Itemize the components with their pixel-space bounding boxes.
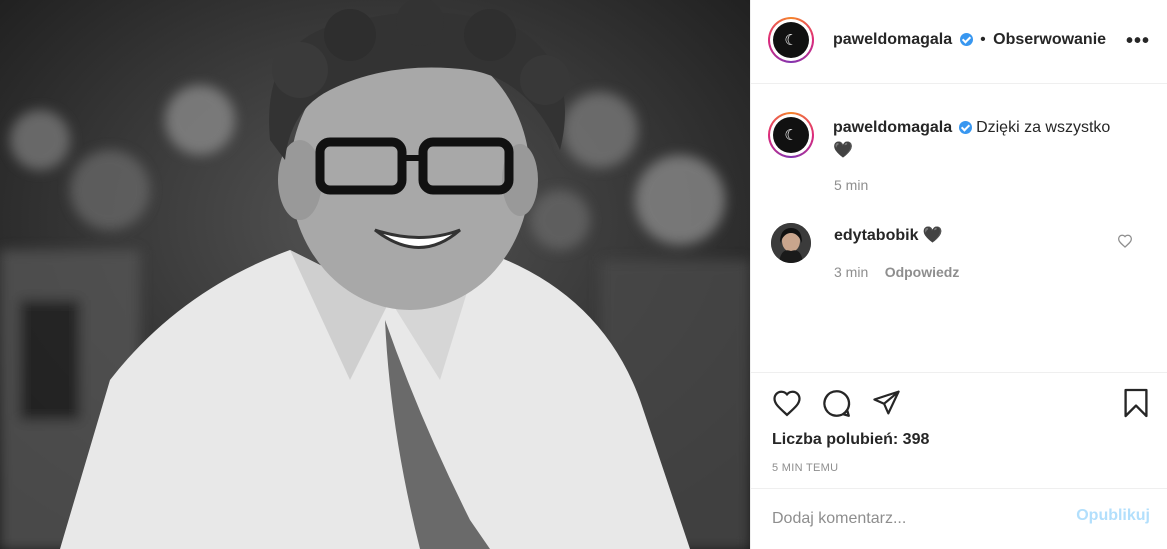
commenter-username[interactable]: edytabobik [834,227,918,244]
reply-button[interactable]: Odpowiedz [885,264,960,280]
more-options-icon[interactable]: ••• [1126,30,1150,53]
commenter-avatar-image [771,223,811,263]
commenter-avatar[interactable] [771,223,811,263]
author-avatar[interactable]: ☾ [768,17,814,63]
bookmark-icon[interactable] [1123,387,1149,419]
publish-button[interactable]: Opublikuj [1076,507,1150,525]
comment-input[interactable] [772,507,1052,531]
comment-bubble-icon[interactable] [821,388,852,419]
comment-time[interactable]: 3 min [834,264,868,280]
heart-icon[interactable] [772,389,802,417]
caption-time[interactable]: 5 min [834,177,868,193]
verified-badge-icon [959,33,973,47]
black-heart-emoji: 🖤 [833,142,853,159]
comment-text: 🖤 [922,227,943,244]
post-photo[interactable] [0,0,750,549]
following-button[interactable]: Obserwowanie [993,31,1106,48]
post-photo-image [0,0,750,549]
author-username[interactable]: paweldomagala [833,31,952,48]
caption-username[interactable]: paweldomagala [833,119,952,136]
likes-count[interactable]: Liczba polubień: 398 [772,431,929,449]
post-header: ☾ paweldomagala • Obserwowanie ••• [751,0,1167,84]
add-comment-bar: Opublikuj [751,488,1167,549]
verified-badge-icon [958,121,972,135]
moon-icon: ☾ [773,117,809,153]
post-sidebar: ☾ paweldomagala • Obserwowanie ••• ☾ paw… [750,0,1167,549]
paper-plane-icon[interactable] [871,388,902,417]
post-actions: Liczba polubień: 398 5 MIN TEMU [751,372,1167,488]
caption-text: Dzięki za wszystko [976,119,1111,136]
caption-avatar[interactable]: ☾ [768,112,814,158]
post-time-ago[interactable]: 5 MIN TEMU [772,462,838,474]
moon-icon: ☾ [773,22,809,58]
small-heart-icon[interactable] [1117,234,1133,248]
